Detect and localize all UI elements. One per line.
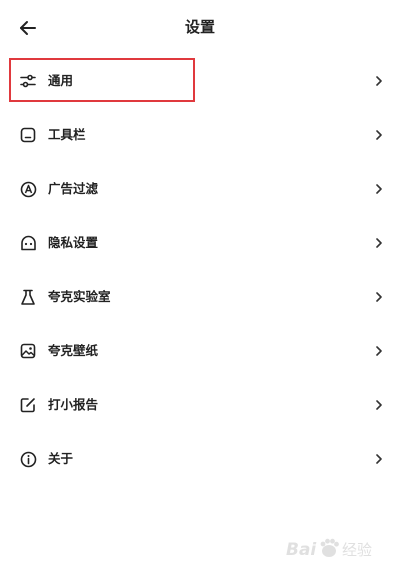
svg-text:经验: 经验 (342, 541, 372, 559)
menu-item-label: 夸克实验室 (48, 289, 111, 304)
chevron-right-icon (374, 290, 384, 304)
menu-item-about[interactable]: 关于 (0, 432, 400, 486)
page-title: 设置 (184, 18, 215, 36)
menu-item-label: 夸克壁纸 (48, 343, 99, 358)
svg-text:Bai: Bai (286, 540, 317, 560)
menu-item-privacy[interactable]: 隐私设置 (0, 216, 400, 270)
menu-item-label: 打小报告 (48, 397, 99, 412)
menu-item-lab[interactable]: 夸克实验室 (0, 270, 400, 324)
header-bar: 设置 (0, 0, 400, 56)
baidu-jingyan-watermark: Bai 经验 (286, 528, 382, 568)
flask-icon (19, 288, 37, 306)
menu-item-label: 关于 (48, 451, 74, 466)
settings-screen: 设置 通用 工具栏 广告过滤 隐私设置 夸克实验室 夸克壁纸 打小报告 关于 B… (0, 0, 400, 580)
menu-item-toolbar[interactable]: 工具栏 (0, 108, 400, 162)
chevron-right-icon (374, 236, 384, 250)
menu-item-label: 通用 (48, 73, 74, 88)
ad-filter-icon (19, 180, 37, 198)
menu-item-ad-filter[interactable]: 广告过滤 (0, 162, 400, 216)
menu-item-wallpaper[interactable]: 夸克壁纸 (0, 324, 400, 378)
sliders-icon (19, 72, 37, 90)
menu-item-report[interactable]: 打小报告 (0, 378, 400, 432)
chevron-right-icon (374, 452, 384, 466)
menu-item-label: 隐私设置 (48, 235, 99, 250)
wallpaper-icon (19, 342, 37, 360)
chevron-right-icon (374, 344, 384, 358)
settings-menu: 通用 工具栏 广告过滤 隐私设置 夸克实验室 夸克壁纸 打小报告 关于 (0, 54, 400, 486)
report-icon (19, 396, 37, 414)
info-icon (19, 450, 37, 468)
toolbar-icon (19, 126, 37, 144)
privacy-icon (19, 234, 37, 252)
chevron-right-icon (374, 182, 384, 196)
chevron-right-icon (374, 128, 384, 142)
chevron-right-icon (374, 74, 384, 88)
menu-item-general[interactable]: 通用 (0, 54, 400, 108)
menu-item-label: 工具栏 (48, 127, 86, 142)
chevron-right-icon (374, 398, 384, 412)
menu-item-label: 广告过滤 (48, 181, 99, 196)
